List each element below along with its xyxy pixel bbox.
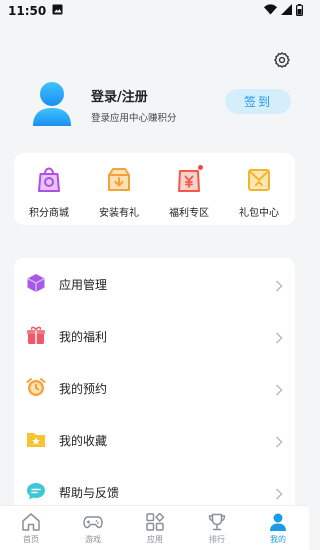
menu-item-label: 帮助与反馈: [59, 486, 120, 500]
shopping-bag-icon: [37, 167, 61, 193]
chat-bubble-icon: [26, 481, 46, 501]
menu-item-label: 我的预约: [59, 382, 108, 396]
quick-item-welfare-zone[interactable]: 福利专区: [154, 153, 224, 225]
quick-item-install-gift[interactable]: 安装有礼: [84, 153, 154, 225]
signal-icon: [281, 4, 292, 18]
tab-label: 首页: [23, 535, 39, 544]
install-gift-icon: [107, 167, 131, 193]
alarm-clock-icon: [26, 377, 46, 397]
quick-actions-card: 积分商城 安装有礼 福利专区 礼包中心: [14, 153, 295, 225]
image-icon: [52, 4, 63, 18]
apps-grid-icon: [145, 512, 165, 532]
bottom-tab-bar: 首页 游戏 应用 排行 我的: [0, 505, 309, 550]
chevron-right-icon: [275, 329, 283, 344]
tab-apps[interactable]: 应用: [124, 506, 186, 550]
tab-label: 排行: [209, 535, 225, 544]
quick-item-gift-center[interactable]: 礼包中心: [224, 153, 294, 225]
quick-item-label: 积分商城: [29, 208, 69, 219]
tab-label: 游戏: [85, 535, 101, 544]
star-folder-icon: [26, 429, 46, 449]
signin-button[interactable]: 签到: [225, 89, 291, 114]
profile-section: 登录/注册 登录应用中心赚积分 签到: [14, 76, 295, 132]
chevron-right-icon: [275, 277, 283, 292]
menu-item-label: 应用管理: [59, 278, 108, 292]
quick-item-label: 福利专区: [169, 208, 209, 219]
tab-ranking[interactable]: 排行: [186, 506, 248, 550]
status-bar: 11:50: [0, 0, 309, 22]
quick-item-label: 安装有礼: [99, 208, 139, 219]
menu-item-my-reservations[interactable]: 我的预约: [14, 362, 295, 414]
menu-item-label: 我的福利: [59, 330, 108, 344]
menu-item-my-favorites[interactable]: 我的收藏: [14, 414, 295, 466]
quick-item-label: 礼包中心: [239, 208, 279, 219]
login-register-link[interactable]: 登录/注册: [91, 86, 148, 105]
yuan-bag-icon: [177, 165, 203, 193]
tab-mine[interactable]: 我的: [247, 506, 309, 550]
trophy-icon: [207, 512, 227, 532]
cube-icon: [26, 273, 46, 293]
gift-mail-icon: [247, 167, 271, 193]
wifi-icon: [264, 4, 277, 18]
menu-item-app-management[interactable]: 应用管理: [14, 258, 295, 310]
menu-card: 应用管理 我的福利 我的预约 我的收藏 帮助与反馈: [14, 258, 295, 518]
quick-item-points-mall[interactable]: 积分商城: [14, 153, 84, 225]
gift-icon: [26, 325, 46, 345]
menu-item-label: 我的收藏: [59, 434, 108, 448]
gamepad-icon: [83, 512, 103, 532]
home-icon: [21, 512, 41, 532]
menu-item-my-welfare[interactable]: 我的福利: [14, 310, 295, 362]
chevron-right-icon: [275, 381, 283, 396]
gear-icon: [273, 51, 291, 73]
avatar[interactable]: [30, 80, 74, 128]
tab-label: 应用: [147, 535, 163, 544]
login-subtitle: 登录应用中心赚积分: [91, 113, 177, 124]
tab-games[interactable]: 游戏: [62, 506, 124, 550]
user-icon: [268, 512, 288, 532]
chevron-right-icon: [275, 485, 283, 500]
tab-home[interactable]: 首页: [0, 506, 62, 550]
status-time: 11:50: [8, 4, 47, 18]
settings-button[interactable]: [272, 52, 292, 72]
tab-label: 我的: [270, 535, 286, 544]
battery-icon: [296, 3, 304, 19]
notification-dot: [198, 165, 203, 170]
chevron-right-icon: [275, 433, 283, 448]
